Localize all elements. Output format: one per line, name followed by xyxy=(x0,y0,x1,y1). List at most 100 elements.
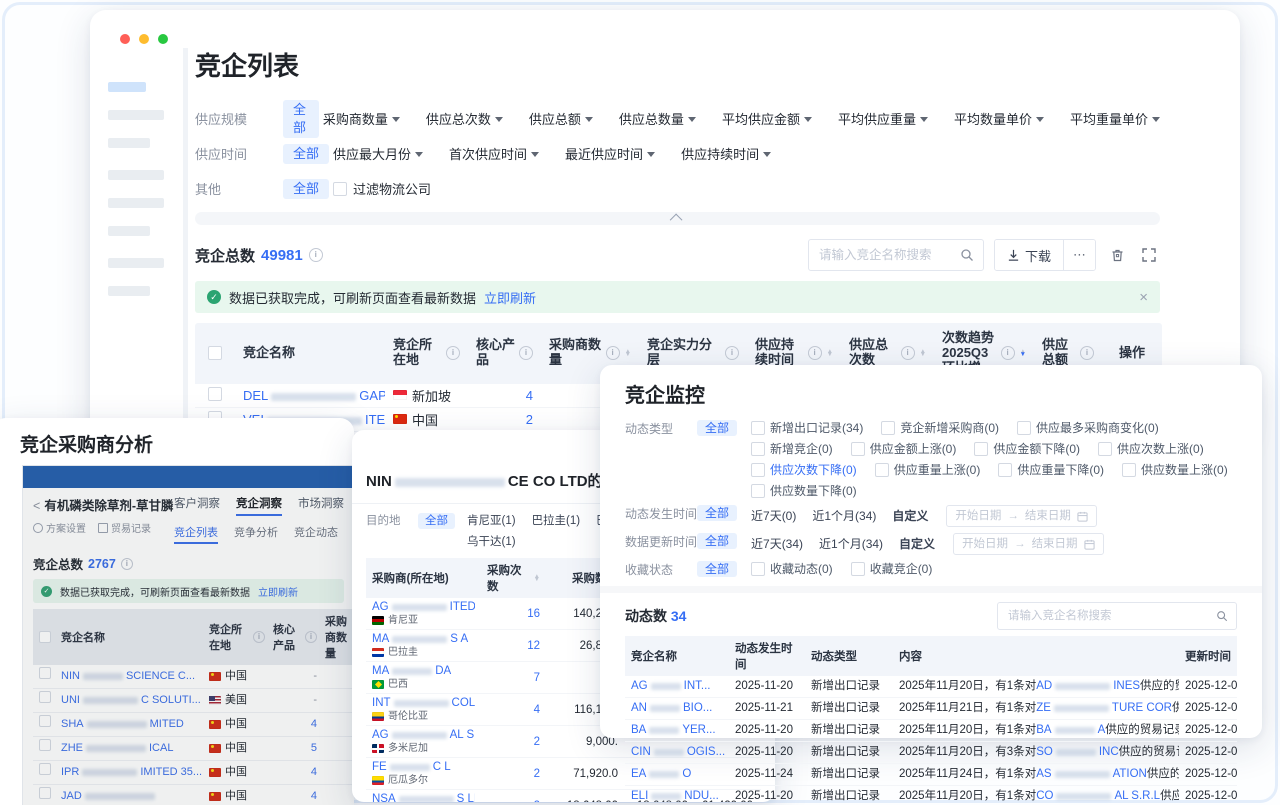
row-checkbox[interactable] xyxy=(39,715,51,727)
competitor-name-link[interactable]: UNIC SOLUTI... xyxy=(57,689,205,712)
row-checkbox[interactable] xyxy=(39,787,51,799)
subtab-competitor-activity[interactable]: 竞企动态 xyxy=(294,524,338,544)
type-option[interactable]: 供应金额上涨(0) xyxy=(851,441,957,457)
competitor-name-link[interactable]: SHAMITED xyxy=(57,713,205,736)
buyer-name-link[interactable]: FEC L xyxy=(372,761,475,774)
info-icon[interactable] xyxy=(446,346,460,360)
filter-all-chip[interactable]: 全部 xyxy=(283,100,319,138)
breadcrumb[interactable]: <有机磷类除草剂-草甘膦 xyxy=(33,495,173,514)
filter-dropdown[interactable]: 供应总数量 xyxy=(619,109,696,128)
type-option[interactable]: 供应数量下降(0) xyxy=(751,483,857,499)
select-all-checkbox[interactable] xyxy=(39,631,51,643)
info-icon[interactable] xyxy=(725,346,739,360)
quick-range-option[interactable]: 近1个月(34) xyxy=(819,536,883,552)
destination-option[interactable]: 乌干达(1) xyxy=(467,534,516,550)
info-icon[interactable] xyxy=(1080,346,1094,360)
filter-dropdown[interactable]: 供应总额 xyxy=(529,109,593,128)
quick-range-option[interactable]: 近7天(0) xyxy=(751,508,796,524)
trade-records-link[interactable]: 贸易记录 xyxy=(98,520,151,535)
tab-customer-insight[interactable]: 客户洞察 xyxy=(174,495,220,516)
row-checkbox[interactable] xyxy=(39,763,51,775)
search-input[interactable] xyxy=(1006,609,1216,623)
info-icon[interactable] xyxy=(519,346,533,360)
row-checkbox[interactable] xyxy=(208,387,222,401)
filter-dropdown[interactable]: 平均供应金额 xyxy=(722,109,812,128)
scheme-settings-link[interactable]: 方案设置 xyxy=(33,520,86,535)
refresh-now-link[interactable]: 立即刷新 xyxy=(484,288,536,307)
fullscreen-icon[interactable] xyxy=(1138,244,1160,266)
filter-all-chip[interactable]: 全部 xyxy=(697,420,737,436)
type-option[interactable]: 供应数量上涨(0) xyxy=(1122,462,1228,478)
competitor-name-link[interactable]: EAO xyxy=(625,764,729,785)
type-option[interactable]: 供应次数上涨(0) xyxy=(1098,441,1204,457)
buyer-name-link[interactable]: AGAL SRL xyxy=(372,729,475,742)
filter-dropdown[interactable]: 最近供应时间 xyxy=(565,144,655,163)
info-icon[interactable] xyxy=(309,248,323,262)
favorite-option[interactable]: 收藏竞企(0) xyxy=(851,561,933,577)
search-icon[interactable] xyxy=(1216,610,1228,622)
core-product-count[interactable]: 4 xyxy=(468,385,541,406)
competitor-name-link[interactable]: JAD xyxy=(57,785,205,805)
info-icon[interactable] xyxy=(1001,346,1015,360)
sidebar-item[interactable] xyxy=(108,110,164,120)
filter-dropdown[interactable]: 首次供应时间 xyxy=(449,144,539,163)
search-icon[interactable] xyxy=(959,247,975,263)
filter-all-chip[interactable]: 全部 xyxy=(697,561,737,577)
type-option-active[interactable]: 供应次数下降(0) xyxy=(751,462,857,478)
competitor-name-link[interactable]: DELGAP... xyxy=(235,385,385,406)
custom-range-label[interactable]: 自定义 xyxy=(899,536,935,552)
info-icon[interactable] xyxy=(901,346,915,360)
quick-range-option[interactable]: 近7天(34) xyxy=(751,536,803,552)
type-option[interactable]: 新增出口记录(34) xyxy=(751,420,863,436)
buyer-name-link[interactable]: NSAS LI... xyxy=(372,793,475,803)
competitor-name-link[interactable]: BAYER... xyxy=(625,720,729,741)
filter-all-chip[interactable]: 全部 xyxy=(283,179,329,199)
more-actions-button[interactable]: ⋯ xyxy=(1063,240,1095,270)
favorite-option[interactable]: 收藏动态(0) xyxy=(751,561,833,577)
competitor-name-link[interactable]: CINOGIS... xyxy=(625,742,729,763)
filter-dropdown[interactable]: 平均数量单价 xyxy=(954,109,1044,128)
buyer-name-link[interactable]: MAS A xyxy=(372,633,475,646)
buyer-name-link[interactable]: AGITED xyxy=(372,601,475,614)
sidebar-item[interactable] xyxy=(108,170,164,180)
refresh-now-link[interactable]: 立即刷新 xyxy=(258,584,298,599)
competitor-name-link[interactable]: ELINDU... xyxy=(625,786,729,805)
select-all-checkbox[interactable] xyxy=(208,346,222,360)
sidebar-item[interactable] xyxy=(108,138,150,148)
sidebar-item-active[interactable] xyxy=(108,82,146,92)
type-option[interactable]: 竞企新增采购商(0) xyxy=(881,420,999,436)
destination-option[interactable]: 肯尼亚(1) xyxy=(467,513,516,529)
destination-option[interactable]: 巴拉圭(1) xyxy=(532,513,581,529)
competitor-name-link[interactable]: ZHEICAL xyxy=(57,737,205,760)
info-icon[interactable] xyxy=(808,346,822,360)
filter-dropdown[interactable]: 供应持续时间 xyxy=(681,144,771,163)
filter-all-chip[interactable]: 全部 xyxy=(697,533,737,549)
delete-icon[interactable] xyxy=(1106,244,1128,266)
info-icon[interactable] xyxy=(305,631,317,643)
competitor-name-link[interactable]: IPRIMITED 35... xyxy=(57,761,205,784)
back-chevron-icon[interactable]: < xyxy=(33,499,40,513)
sidebar-item[interactable] xyxy=(108,258,164,268)
sort-icon[interactable]: ▲▼ xyxy=(534,575,540,582)
filter-dropdown[interactable]: 供应总次数 xyxy=(426,109,503,128)
minimize-window-icon[interactable] xyxy=(139,34,149,44)
competitor-name-link[interactable]: AGINT... xyxy=(625,676,729,697)
subtab-competition-analysis[interactable]: 竞争分析 xyxy=(234,524,278,544)
date-range-picker[interactable]: 开始日期→结束日期 xyxy=(946,505,1097,527)
date-range-picker[interactable]: 开始日期→结束日期 xyxy=(953,533,1104,555)
row-checkbox[interactable] xyxy=(39,667,51,679)
core-product-count[interactable]: 2 xyxy=(468,409,541,430)
type-option[interactable]: 供应重量上涨(0) xyxy=(875,462,981,478)
custom-range-label[interactable]: 自定义 xyxy=(892,508,928,524)
filter-all-chip[interactable]: 全部 xyxy=(283,144,329,164)
download-button[interactable]: 下载 xyxy=(995,240,1063,270)
sort-icon[interactable]: ▲▼ xyxy=(827,350,833,357)
type-option[interactable]: 新增竞企(0) xyxy=(751,441,833,457)
row-checkbox[interactable] xyxy=(39,739,51,751)
sort-icon[interactable]: ▲▼ xyxy=(625,350,631,357)
info-icon[interactable] xyxy=(121,558,133,570)
filter-dropdown[interactable]: 平均重量单价 xyxy=(1070,109,1160,128)
quick-range-option[interactable]: 近1个月(34) xyxy=(812,508,876,524)
sidebar-item[interactable] xyxy=(108,198,164,208)
collapse-filters-bar[interactable] xyxy=(195,212,1160,225)
